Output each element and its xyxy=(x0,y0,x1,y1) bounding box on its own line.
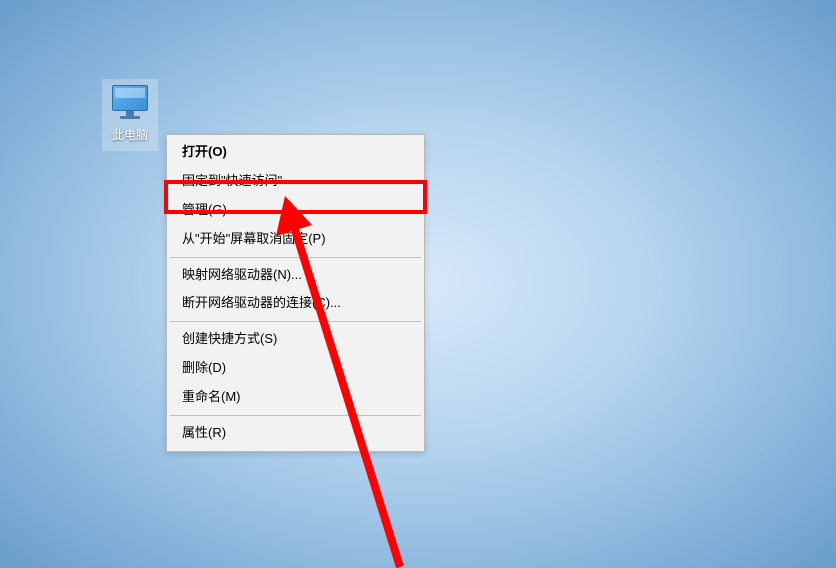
context-menu: 打开(O) 固定到"快速访问" 管理(G) 从"开始"屏幕取消固定(P) 映射网… xyxy=(166,134,425,452)
menu-separator xyxy=(170,321,421,322)
menu-item-open[interactable]: 打开(O) xyxy=(169,138,422,167)
menu-item-pin-quick-access[interactable]: 固定到"快速访问" xyxy=(169,167,422,196)
menu-separator xyxy=(170,257,421,258)
menu-item-manage[interactable]: 管理(G) xyxy=(169,196,422,225)
menu-item-create-shortcut[interactable]: 创建快捷方式(S) xyxy=(169,325,422,354)
desktop-icon-this-pc[interactable]: 此电脑 xyxy=(102,79,158,151)
menu-item-map-network-drive[interactable]: 映射网络驱动器(N)... xyxy=(169,261,422,290)
menu-item-unpin-start[interactable]: 从"开始"屏幕取消固定(P) xyxy=(169,225,422,254)
computer-icon xyxy=(108,83,152,123)
menu-item-delete[interactable]: 删除(D) xyxy=(169,354,422,383)
desktop-icon-label: 此电脑 xyxy=(112,126,148,143)
menu-item-properties[interactable]: 属性(R) xyxy=(169,419,422,448)
menu-item-rename[interactable]: 重命名(M) xyxy=(169,383,422,412)
menu-item-disconnect-network-drive[interactable]: 断开网络驱动器的连接(C)... xyxy=(169,289,422,318)
menu-separator xyxy=(170,415,421,416)
